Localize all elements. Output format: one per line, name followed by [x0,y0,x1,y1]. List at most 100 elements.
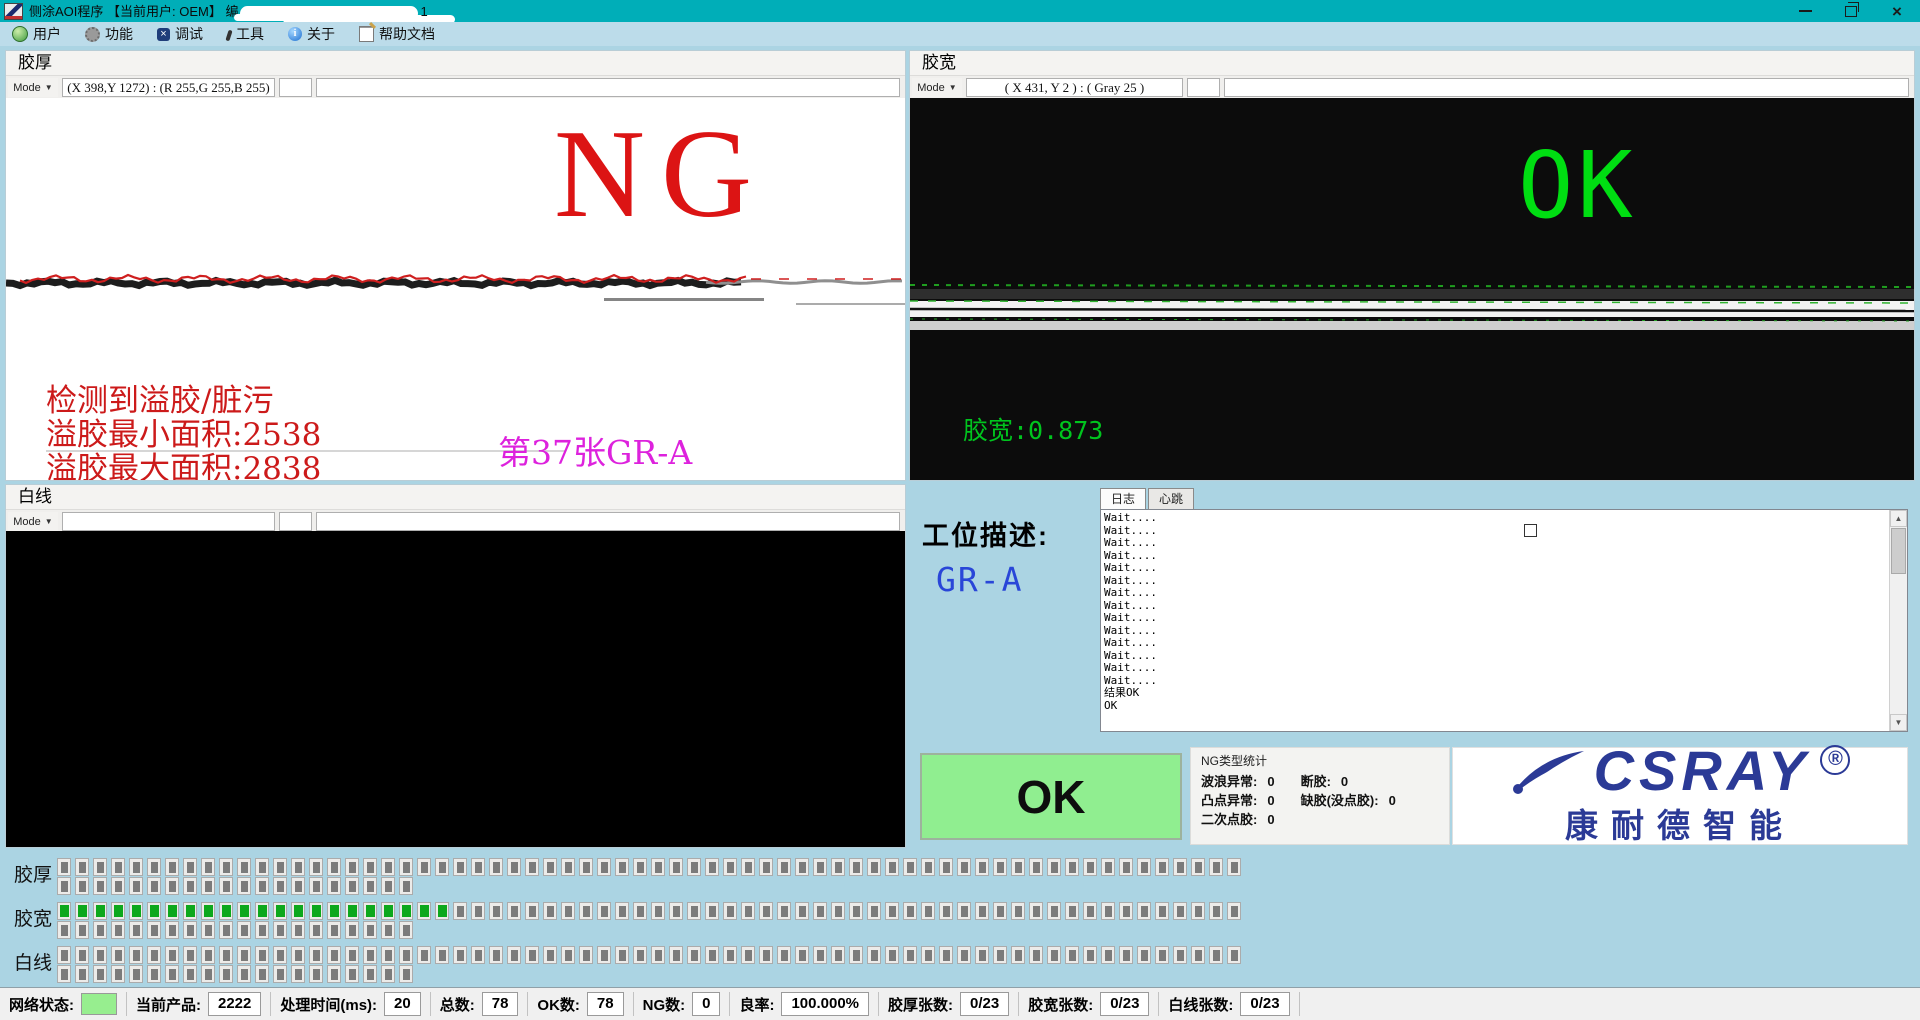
progress-cell [237,858,251,876]
progress-cell [93,946,107,964]
menubar: 用户功能调试工具关于帮助文档 [0,22,1920,46]
glue-thickness-image[interactable]: NG 检测到溢胶/脏污 溢胶最小面积:2538 溢胶最大面积:2838 第37张… [6,98,905,480]
progress-cell [93,965,107,983]
progress-cell [165,921,179,939]
close-button[interactable]: × [1874,0,1920,22]
menu-item-function[interactable]: 功能 [73,22,145,46]
log-line: Wait.... [1104,600,1887,613]
glue-width-image-strip [910,279,1914,337]
progress-cell [237,946,251,964]
menu-item-about[interactable]: 关于 [276,22,347,46]
result-ng-text: NG [554,112,768,238]
progress-cell [165,946,179,964]
log-checkbox[interactable] [1524,524,1537,537]
glue-width-measurement: 胶宽:0.873 [963,411,1103,447]
progress-cell [219,921,233,939]
panel-title: 胶宽 [910,51,1914,75]
menu-item-debug[interactable]: 调试 [145,22,215,46]
progress-cell [1011,858,1025,876]
progress-cell [381,902,395,920]
progress-cell [381,965,395,983]
progress-cell [1191,902,1205,920]
progress-cell [741,902,755,920]
progress-cell [633,858,647,876]
progress-cell [957,946,971,964]
status-label: OK数: [537,994,580,1015]
toolbar-field-small[interactable] [279,78,312,97]
coordinate-readout[interactable] [62,512,275,531]
progress-cell [795,946,809,964]
glue-width-image[interactable]: OK 胶宽:0.873 [910,98,1914,480]
progress-cell [363,858,377,876]
progress-cell [237,877,251,895]
progress-cell [597,946,611,964]
scroll-down-icon[interactable]: ▼ [1890,714,1907,731]
frame-tag-text: 第37张GR-A [498,426,692,474]
log-line: Wait.... [1104,575,1887,588]
status-value: 78 [587,992,624,1016]
toolbar-field-wide[interactable] [316,78,900,97]
log-line: Wait.... [1104,537,1887,550]
progress-cell [1119,946,1133,964]
progress-cell [363,946,377,964]
progress-cell [687,858,701,876]
progress-cell [489,858,503,876]
coordinate-readout[interactable]: ( X 431, Y 2 ) : ( Gray 25 ) [966,78,1183,97]
progress-label-白线: 白线 [14,946,52,981]
status-value: 78 [482,992,519,1016]
log-scrollbar[interactable]: ▲ ▼ [1889,510,1907,731]
ng-stat-row: 二次点胶:0 [1201,810,1275,829]
menu-item-user[interactable]: 用户 [0,22,73,46]
detect-result-lines: 检测到溢胶/脏污 溢胶最小面积:2538 溢胶最大面积:2838 [46,384,321,480]
menu-item-help[interactable]: 帮助文档 [347,22,447,46]
progress-cell [399,921,413,939]
toolbar-field-small[interactable] [279,512,312,531]
log-panel[interactable]: Wait....Wait....Wait....Wait....Wait....… [1100,509,1908,732]
progress-cell [777,902,791,920]
progress-cell [309,921,323,939]
tab-日志[interactable]: 日志 [1100,488,1146,510]
mode-dropdown[interactable]: Mode▼ [8,78,58,97]
status-当前产品: 当前产品:2222 [127,992,271,1016]
progress-cell [417,946,431,964]
toolbar-field-wide[interactable] [316,512,900,531]
progress-cell [777,946,791,964]
ng-stat-row: 缺胶(没点胶):0 [1301,791,1396,810]
scrollbar-thumb[interactable] [1891,528,1906,574]
progress-cell [1065,858,1079,876]
progress-cell [633,902,647,920]
tab-心跳[interactable]: 心跳 [1148,488,1194,510]
progress-cell [219,877,233,895]
progress-cell [957,858,971,876]
progress-cell [1137,946,1151,964]
progress-cell [363,902,377,920]
restore-button[interactable] [1828,0,1874,22]
progress-cell [165,902,179,920]
progress-cell [237,965,251,983]
minimize-button[interactable] [1782,0,1828,22]
scroll-up-icon[interactable]: ▲ [1890,510,1907,527]
progress-cell [1101,858,1115,876]
progress-cell [273,946,287,964]
progress-cell [93,921,107,939]
progress-cell [1101,902,1115,920]
mode-dropdown[interactable]: Mode▼ [8,512,58,531]
mode-dropdown[interactable]: Mode▼ [912,78,962,97]
progress-cell [759,946,773,964]
toolbar-field-small[interactable] [1187,78,1220,97]
coordinate-readout[interactable]: (X 398,Y 1272) : (R 255,G 255,B 255) [62,78,275,97]
toolbar-field-wide[interactable] [1224,78,1909,97]
progress-cell [1227,902,1241,920]
menu-item-tools[interactable]: 工具 [215,22,276,46]
white-line-image[interactable] [6,531,905,847]
progress-cell [1227,946,1241,964]
progress-cell [57,858,71,876]
progress-cell [201,965,215,983]
panel-toolbar: Mode▼ ( X 431, Y 2 ) : ( Gray 25 ) [910,75,1914,100]
log-line: Wait.... [1104,550,1887,563]
progress-cell [903,858,917,876]
progress-cell [1155,858,1169,876]
log-lines: Wait....Wait....Wait....Wait....Wait....… [1104,512,1887,729]
status-处理时间ms: 处理时间(ms):20 [271,992,430,1016]
status-value: 2222 [208,992,261,1016]
